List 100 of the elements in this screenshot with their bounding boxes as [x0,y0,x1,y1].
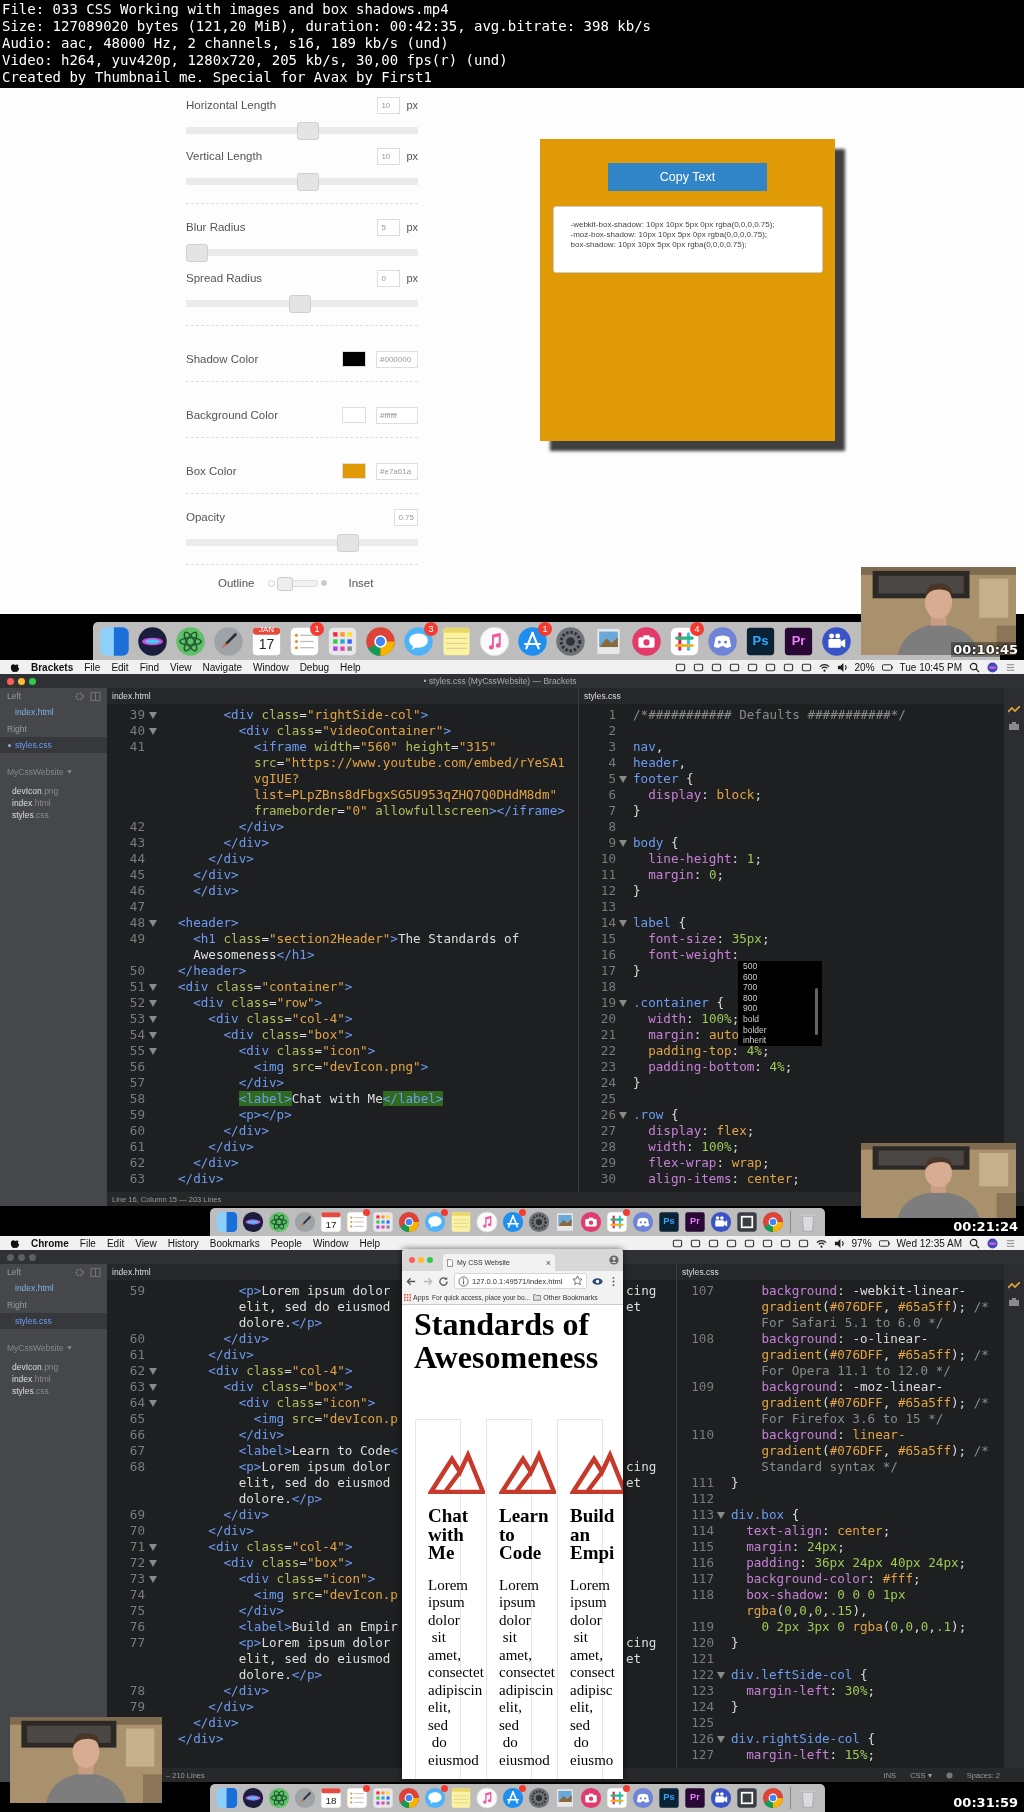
tree-item[interactable]: styles.css [0,1385,49,1397]
menu-item[interactable]: People [270,1237,302,1249]
menu-item[interactable]: History [167,1237,199,1249]
menu-item[interactable]: Help [340,661,361,673]
fold-arrow-icon[interactable] [149,1399,157,1407]
browser-icon[interactable] [398,1787,420,1809]
autocomplete-item[interactable]: bold [743,1013,760,1025]
menu-item[interactable]: File [79,1237,96,1249]
slider-thumb[interactable] [186,243,208,262]
window-controls[interactable] [7,677,36,685]
atom-icon[interactable] [268,1211,290,1233]
film-camera-icon[interactable] [710,1211,732,1233]
autocomplete-item[interactable]: inherit [743,1035,767,1046]
photo-stack-icon[interactable] [554,1787,576,1809]
menu-item[interactable]: Brackets [31,661,74,673]
app-tile-icon[interactable] [658,1211,680,1233]
fold-arrow-icon[interactable] [149,983,157,991]
tree-item[interactable]: styles.css [0,809,49,821]
store-icon[interactable] [502,1211,524,1233]
calendar-icon[interactable] [251,625,282,657]
fold-arrow-icon[interactable] [149,1543,157,1551]
color-swatch[interactable] [342,351,366,367]
menu-item[interactable]: Find [139,661,160,673]
fold-arrow-icon[interactable] [149,1367,157,1375]
app-tile-icon[interactable] [658,1787,680,1809]
gear-icon[interactable] [555,625,586,657]
fold-arrow-icon[interactable] [619,919,627,927]
menu-item[interactable]: Edit [111,661,129,673]
file-tab[interactable]: index.html [112,1267,151,1277]
camera-icon[interactable] [631,625,662,657]
document-row[interactable]: styles.css [0,1313,107,1329]
slider-thumb[interactable] [297,172,320,191]
checklist-icon[interactable] [289,625,320,657]
menu-item[interactable]: Debug [299,661,330,673]
app-tile-icon[interactable] [684,1211,706,1233]
rocket-icon[interactable] [213,625,244,657]
photo-stack-icon[interactable] [554,1211,576,1233]
menu-item[interactable]: Window [253,661,289,673]
grid-icon[interactable] [327,625,358,657]
document-row[interactable]: index.html [0,704,107,720]
fold-arrow-icon[interactable] [619,775,627,783]
menu-item[interactable]: Chrome [31,1237,69,1249]
fold-arrow-icon[interactable] [149,1559,157,1567]
file-tab[interactable]: index.html [112,691,151,701]
blocks-icon[interactable] [1008,1296,1020,1306]
frame-icon[interactable] [736,1211,758,1233]
film-camera-icon[interactable] [710,1787,732,1809]
browser-icon[interactable] [762,1787,784,1809]
gear-icon[interactable] [528,1787,550,1809]
camera-icon[interactable] [580,1211,602,1233]
rocket-icon[interactable] [294,1787,316,1809]
browser-icon[interactable] [398,1211,420,1233]
fold-arrow-icon[interactable] [149,1575,157,1583]
menu-item[interactable]: View [135,1237,157,1249]
calendar-icon[interactable] [320,1787,342,1809]
speech-bubble-icon[interactable] [424,1211,446,1233]
color-swatch[interactable] [342,407,366,423]
app-tile-icon[interactable] [745,625,776,657]
pulse-icon[interactable] [1008,1282,1020,1290]
browser-icon[interactable] [762,1211,784,1233]
autocomplete-item[interactable]: 600 [743,971,758,983]
autocomplete-item[interactable]: 500 [743,961,758,972]
fold-arrow-icon[interactable] [717,1671,725,1679]
rocket-icon[interactable] [294,1211,316,1233]
atom-icon[interactable] [268,1787,290,1809]
orb-icon[interactable] [137,625,168,657]
blocks-icon[interactable] [1008,720,1020,730]
music-note-icon[interactable] [476,1211,498,1233]
split-square-icon[interactable] [99,625,130,657]
orb-icon[interactable] [242,1211,264,1233]
music-note-icon[interactable] [476,1787,498,1809]
autocomplete-item[interactable]: 700 [743,982,758,993]
controller-icon[interactable] [707,625,738,657]
fold-arrow-icon[interactable] [717,1735,725,1743]
autocomplete-item[interactable]: 800 [743,992,758,1004]
caret-icon[interactable] [66,770,72,774]
orb-icon[interactable] [242,1787,264,1809]
speech-bubble-icon[interactable] [403,625,434,657]
color-swatch[interactable] [342,463,366,479]
pulse-icon[interactable] [1008,706,1020,714]
calendar-icon[interactable] [320,1211,342,1233]
music-note-icon[interactable] [479,625,510,657]
atom-icon[interactable] [175,625,206,657]
store-icon[interactable] [517,625,548,657]
autocomplete-item[interactable]: 900 [743,1003,758,1014]
fold-arrow-icon[interactable] [149,1047,157,1055]
fold-arrow-icon[interactable] [149,1383,157,1391]
fold-arrow-icon[interactable] [149,919,157,927]
file-tab[interactable]: styles.css [682,1267,719,1277]
hash-tile-icon[interactable] [606,1787,628,1809]
menu-item[interactable]: View [170,661,192,673]
fold-arrow-icon[interactable] [149,1015,157,1023]
profile-icon[interactable] [609,1255,619,1265]
checklist-icon[interactable] [346,1211,368,1233]
checklist-icon[interactable] [346,1787,368,1809]
slider-thumb[interactable] [297,121,320,140]
hash-tile-icon[interactable] [669,625,700,657]
fold-arrow-icon[interactable] [149,999,157,1007]
close-button[interactable]: × [545,1257,551,1268]
menu-item[interactable]: Navigate [202,661,243,673]
